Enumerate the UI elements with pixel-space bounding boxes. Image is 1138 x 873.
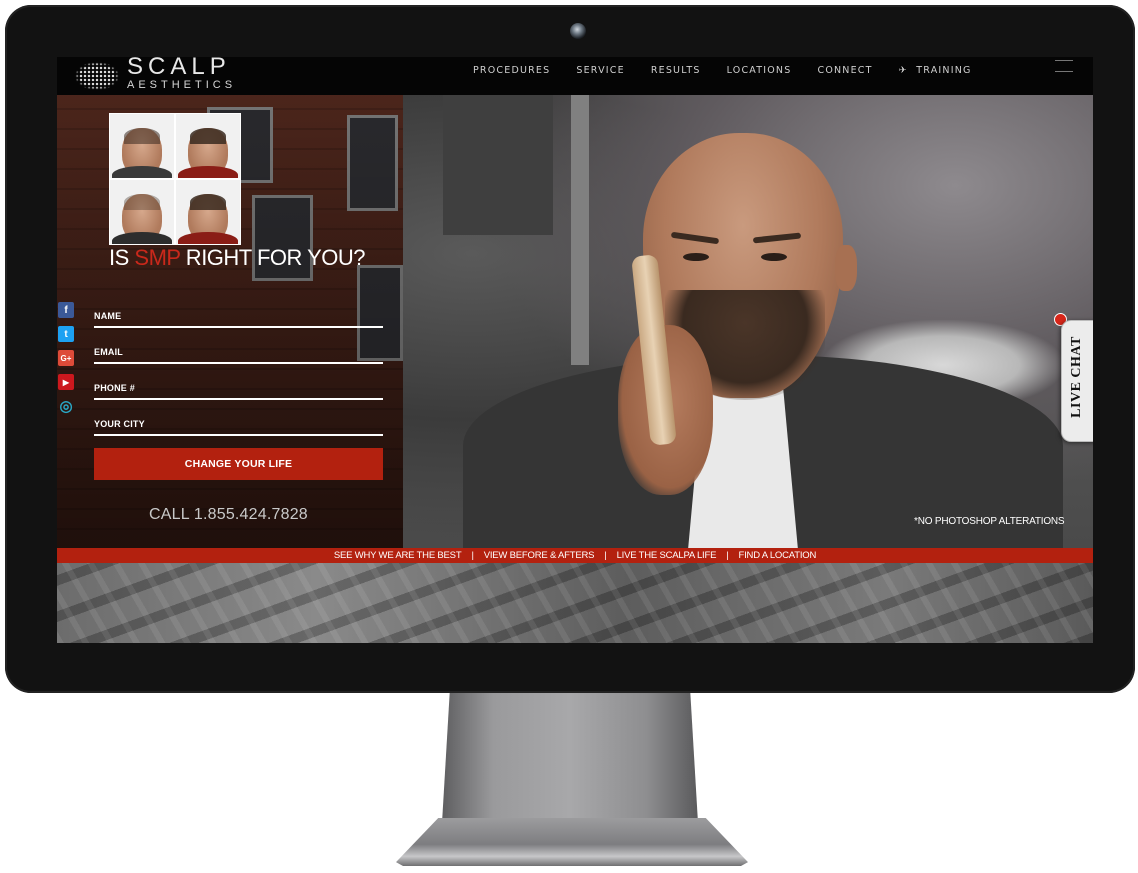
- after-photo-front: [176, 114, 240, 178]
- nav-item-connect[interactable]: CONNECT: [817, 65, 872, 76]
- street-background: [403, 95, 1093, 548]
- monitor-bezel: SCALP AESTHETICS PROCEDURES SERVICE RESU…: [5, 5, 1135, 693]
- phone-field[interactable]: PHONE #: [94, 379, 384, 415]
- twitter-icon[interactable]: t: [58, 326, 74, 342]
- smp-headline: IS SMP RIGHT FOR YOU?: [109, 245, 366, 270]
- city-field[interactable]: YOUR CITY: [94, 415, 384, 451]
- hero-model-photo: [403, 95, 1093, 548]
- call-phone-link[interactable]: CALL 1.855.424.7828: [149, 506, 308, 524]
- live-chat-label: LIVE CHAT: [1068, 336, 1084, 418]
- before-photo-side: [110, 180, 174, 244]
- no-photoshop-disclaimer: *NO PHOTOSHOP ALTERATIONS: [914, 516, 1065, 527]
- hero-section: IS SMP RIGHT FOR YOU? f t G+ ▶ ◎ NAME EM…: [57, 95, 1093, 548]
- smp-highlight: SMP: [134, 245, 181, 270]
- nav-item-service[interactable]: SERVICE: [576, 65, 624, 76]
- logo-dots-icon: [75, 62, 119, 90]
- monitor-stand-neck: [442, 693, 698, 823]
- hamburger-menu-icon[interactable]: [1055, 60, 1073, 72]
- graduation-cap-icon: ✈: [898, 64, 908, 76]
- nav-item-training[interactable]: ✈ TRAINING: [899, 65, 972, 76]
- main-menu: PROCEDURES SERVICE RESULTS LOCATIONS CON…: [473, 57, 972, 83]
- monitor-stand-base: [396, 818, 748, 866]
- facebook-icon[interactable]: f: [58, 302, 74, 318]
- before-after-gallery[interactable]: [109, 113, 241, 245]
- change-your-life-button[interactable]: CHANGE YOUR LIFE: [94, 448, 383, 480]
- social-links: f t G+ ▶ ◎: [58, 302, 76, 415]
- link-scalpa-life[interactable]: LIVE THE SCALPA LIFE: [617, 550, 717, 561]
- google-plus-icon[interactable]: G+: [58, 350, 74, 366]
- live-chat-button[interactable]: LIVE CHAT: [1061, 320, 1093, 442]
- webcam-icon: [570, 23, 586, 39]
- nav-item-procedures[interactable]: PROCEDURES: [473, 65, 550, 76]
- city-skyline-strip: [57, 563, 1093, 643]
- site-logo[interactable]: SCALP AESTHETICS: [75, 57, 237, 93]
- link-see-why-best[interactable]: SEE WHY WE ARE THE BEST: [334, 550, 462, 561]
- link-find-location[interactable]: FIND A LOCATION: [739, 550, 817, 561]
- link-before-afters[interactable]: VIEW BEFORE & AFTERS: [484, 550, 595, 561]
- bottom-link-bar: SEE WHY WE ARE THE BEST | VIEW BEFORE & …: [57, 548, 1093, 563]
- before-photo-front: [110, 114, 174, 178]
- lead-form-panel: IS SMP RIGHT FOR YOU? f t G+ ▶ ◎ NAME EM…: [57, 95, 403, 548]
- nav-item-locations[interactable]: LOCATIONS: [727, 65, 792, 76]
- lead-form: NAME EMAIL PHONE # YOUR CITY: [94, 307, 384, 451]
- after-photo-side: [176, 180, 240, 244]
- name-field[interactable]: NAME: [94, 307, 384, 343]
- top-nav: SCALP AESTHETICS PROCEDURES SERVICE RESU…: [57, 57, 1093, 95]
- instagram-icon[interactable]: ◎: [58, 398, 74, 415]
- email-field[interactable]: EMAIL: [94, 343, 384, 379]
- youtube-icon[interactable]: ▶: [58, 374, 74, 390]
- nav-item-results[interactable]: RESULTS: [651, 65, 701, 76]
- browser-screen: SCALP AESTHETICS PROCEDURES SERVICE RESU…: [57, 57, 1093, 643]
- logo-main-text: SCALP: [127, 57, 231, 80]
- logo-sub-text: AESTHETICS: [127, 79, 237, 91]
